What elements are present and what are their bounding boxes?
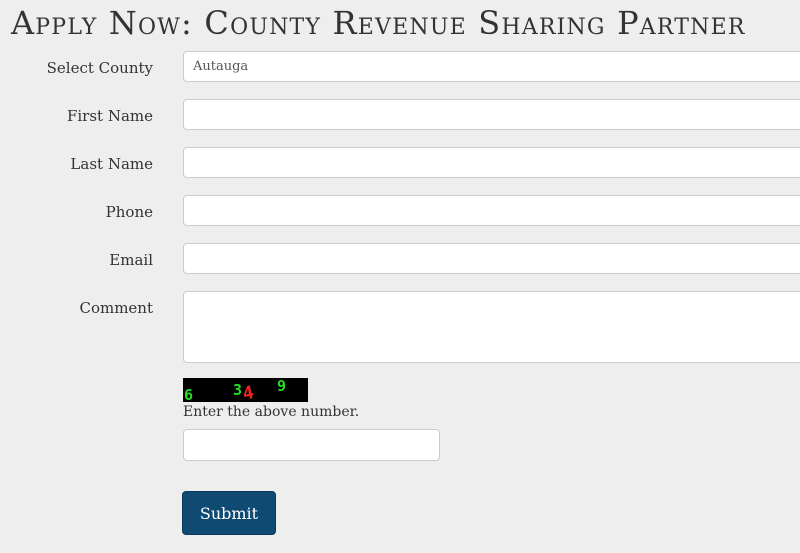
comment-textarea[interactable] bbox=[183, 291, 800, 363]
county-select[interactable]: Autauga bbox=[183, 51, 800, 82]
email-label: Email bbox=[109, 251, 153, 269]
phone-label: Phone bbox=[105, 203, 153, 221]
county-select-value: Autauga bbox=[193, 59, 249, 74]
page-title: Apply Now: County Revenue Sharing Partne… bbox=[11, 4, 746, 42]
first-name-label: First Name bbox=[66, 107, 153, 125]
captcha-hint: Enter the above number. bbox=[183, 404, 360, 420]
last-name-field[interactable] bbox=[183, 147, 800, 178]
captcha-digit: 6 bbox=[184, 386, 194, 403]
email-field[interactable] bbox=[183, 243, 800, 274]
comment-label: Comment bbox=[79, 299, 153, 317]
last-name-label: Last Name bbox=[70, 155, 153, 173]
captcha-digit: 4 bbox=[240, 382, 256, 402]
first-name-field[interactable] bbox=[183, 99, 800, 130]
captcha-image: 6 3 4 9 bbox=[183, 378, 308, 402]
captcha-input[interactable] bbox=[183, 429, 440, 461]
captcha-digit: 9 bbox=[277, 378, 287, 395]
county-label: Select County bbox=[46, 59, 153, 77]
submit-button[interactable]: Submit bbox=[182, 491, 276, 535]
phone-field[interactable] bbox=[183, 195, 800, 226]
apply-form-page: Apply Now: County Revenue Sharing Partne… bbox=[0, 0, 800, 553]
